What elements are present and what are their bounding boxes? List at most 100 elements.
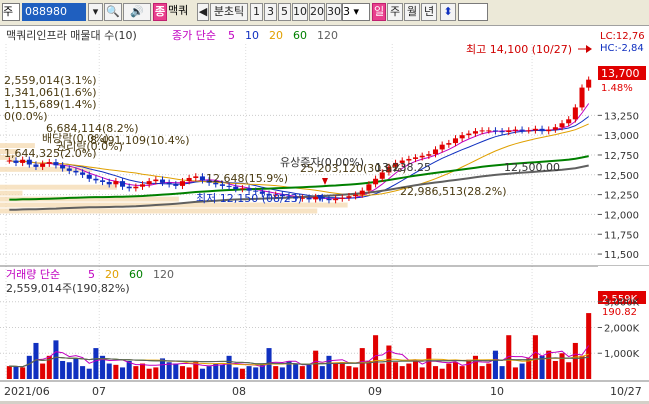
stock-name: 맥쿼 <box>168 4 189 17</box>
candle-body <box>459 135 465 139</box>
price-panel-title: 맥쿼리인프라 매물대 수(10) <box>6 29 137 42</box>
volume-bar <box>73 358 79 379</box>
interval-button-1[interactable]: 월 <box>404 3 420 21</box>
profile-label: 12,648(15.9%) <box>206 172 288 185</box>
volume-bar <box>479 366 485 379</box>
candle-body <box>100 180 106 182</box>
search-icon[interactable]: 🔍 <box>104 3 122 21</box>
volume-bar <box>20 367 26 379</box>
candle-body <box>233 186 239 190</box>
period-button-10[interactable]: 10 <box>292 3 308 21</box>
volume-bar <box>313 350 319 379</box>
market-select[interactable]: 주 <box>2 3 20 21</box>
x-tick-label: 08 <box>232 385 246 398</box>
x-tick-label: 07 <box>92 385 106 398</box>
interval-button-2[interactable]: 년 <box>421 3 437 21</box>
ma-legend-10: 10 <box>245 29 259 42</box>
extra-input[interactable] <box>458 3 488 21</box>
volume-bar <box>293 363 299 379</box>
price-tick-label: 12,750 <box>604 151 639 162</box>
volume-bar <box>399 366 405 379</box>
ma-legend-20: 20 <box>269 29 283 42</box>
candle-body <box>120 181 126 187</box>
volume-bar <box>246 366 252 379</box>
volume-bar <box>339 362 345 379</box>
volume-bar <box>113 364 119 379</box>
volume-bar <box>379 363 385 379</box>
candle-body <box>26 159 32 165</box>
volume-bar <box>579 355 585 379</box>
volume-bar <box>459 366 465 379</box>
candle-body <box>446 143 452 145</box>
volume-bar <box>120 367 126 379</box>
period-select[interactable]: 3 ▾ <box>342 3 370 21</box>
lc-label: LC:12,76 <box>600 31 645 42</box>
period-button-20[interactable]: 20 <box>309 3 325 21</box>
candle-body <box>579 87 585 108</box>
chart-area[interactable]: 맥쿼리인프라 매물대 수(10) 종가 단순 5 10 20 60 120 2,559,… <box>0 26 649 401</box>
volume-bar <box>66 362 72 379</box>
interval-day-button[interactable]: 일 <box>372 3 386 21</box>
candle-body <box>313 196 319 200</box>
sound-icon[interactable]: 🔊 <box>123 3 151 21</box>
volume-bar <box>552 360 558 379</box>
x-tick-label: 10/27 <box>610 385 642 398</box>
candle-body <box>20 159 26 163</box>
volume-bar <box>466 359 472 379</box>
rights-annotation: 유상증자(0.00%) <box>280 156 364 169</box>
candle-body <box>539 128 545 132</box>
volume-bar <box>572 342 578 379</box>
stock-chart[interactable]: 맥쿼리인프라 매물대 수(10) 종가 단순 5 10 20 60 120 2,559,… <box>0 26 649 401</box>
price-line-label: 12,500.00 <box>504 161 560 174</box>
prev-arrow-icon[interactable]: ◀ <box>197 3 209 21</box>
candle-body <box>93 178 99 181</box>
profile-label: 8,491,109(10.4%) <box>90 134 190 147</box>
volume-bar <box>146 368 152 379</box>
candle-body <box>73 170 79 173</box>
candle-body <box>179 181 185 186</box>
volume-bar <box>106 363 112 379</box>
market-select-label: 주 <box>3 5 14 18</box>
candle-body <box>60 165 66 169</box>
candle-body <box>6 160 12 162</box>
candle-body <box>506 130 512 132</box>
interval-button-0[interactable]: 주 <box>387 3 403 21</box>
volume-panel-title: 거래량 단순 <box>6 268 60 281</box>
candle-body <box>512 129 518 131</box>
volume-bar <box>159 358 166 379</box>
candle-body <box>566 119 572 124</box>
period-button-5[interactable]: 5 <box>278 3 291 21</box>
period-button-1[interactable]: 1 <box>250 3 263 21</box>
volume-bar <box>413 360 419 379</box>
profile-label: 22,986,513(28.2%) <box>400 185 507 198</box>
volume-bar <box>26 355 32 379</box>
volume-legend-20: 20 <box>105 268 119 281</box>
volume-bar <box>86 368 92 379</box>
candle-body <box>413 157 419 159</box>
volume-bar <box>253 367 259 379</box>
volume-bar <box>139 363 146 379</box>
volume-bar <box>6 366 12 379</box>
hc-label: HC:-2,84 <box>600 43 644 54</box>
volume-bar <box>406 363 412 379</box>
volume-legend-60: 60 <box>129 268 143 281</box>
dropdown-arrow-icon[interactable]: ▾ <box>88 3 103 21</box>
stock-code-input[interactable]: 088980 <box>22 3 86 21</box>
candle-body <box>306 197 312 200</box>
chart-type-button[interactable]: 분초틱 <box>210 3 248 21</box>
toolbar: 주 088980 ▾ 🔍 🔊 종 맥쿼 ◀ 분초틱 1 3 5 10 20 30 3 ▾ … <box>0 0 649 26</box>
volume-ma-legend: 5 20 60 120 <box>88 268 174 281</box>
updown-icon[interactable]: ⬍ <box>440 3 456 21</box>
volume-bar <box>499 366 505 379</box>
period-button-30[interactable]: 30 <box>326 3 342 21</box>
volume-bar <box>446 363 452 379</box>
candle-body <box>479 130 485 132</box>
high-marker-arrow <box>586 45 592 53</box>
candle-body <box>53 162 59 166</box>
volume-readout: 2,559,014주(190,82%) <box>6 282 130 295</box>
volume-bar <box>419 367 425 379</box>
volume-bar <box>452 362 459 379</box>
candle-body <box>333 198 339 201</box>
ma-legend: 5 10 20 60 120 <box>228 29 338 42</box>
period-button-3[interactable]: 3 <box>264 3 277 21</box>
